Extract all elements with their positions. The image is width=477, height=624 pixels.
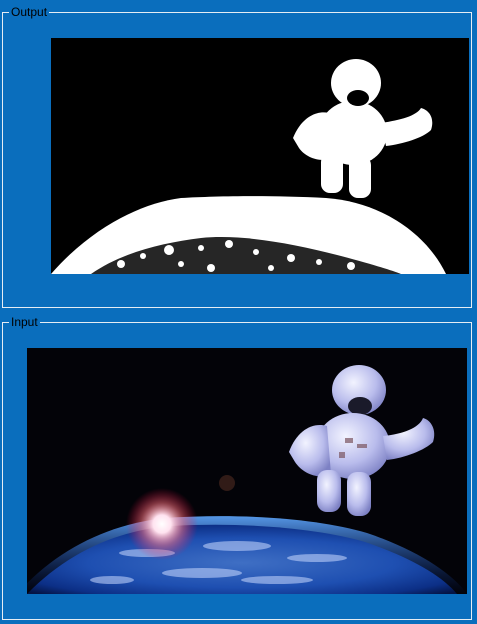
- output-image: [51, 38, 469, 274]
- input-astronaut-earth-graphic: [27, 348, 467, 594]
- output-groupbox-label: Output: [9, 5, 50, 19]
- output-groupbox: Output: [2, 5, 472, 308]
- input-groupbox-label: Input: [9, 315, 40, 329]
- output-threshold-graphic: [51, 38, 469, 274]
- input-groupbox: Input: [2, 315, 472, 620]
- input-image: [27, 348, 467, 594]
